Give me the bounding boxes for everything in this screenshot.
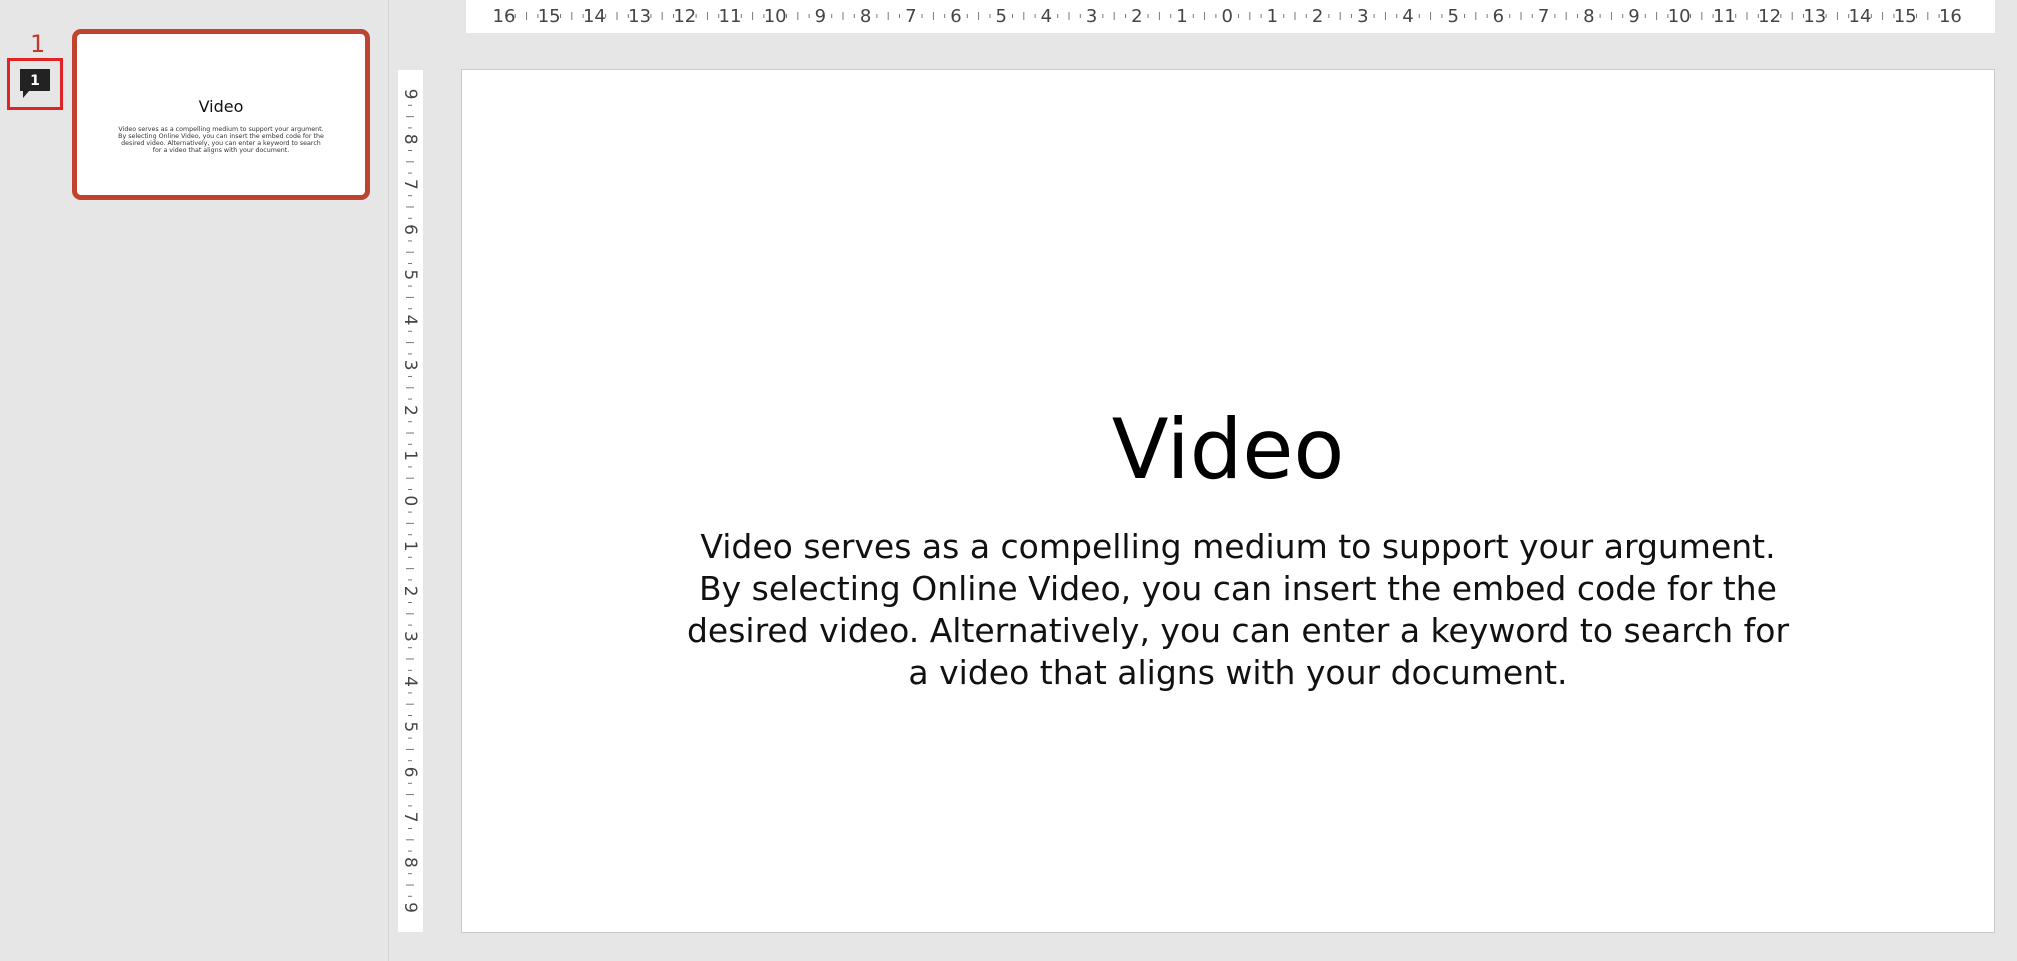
- powerpoint-workspace: 1 1 Video Video serves as a compelling m…: [0, 0, 2017, 961]
- ruler-tick-label: 2: [1131, 6, 1142, 27]
- ruler-tick-label: 8: [400, 857, 420, 868]
- ruler-tick-label: 16: [1939, 6, 1962, 27]
- ruler-tick-label: 7: [905, 6, 916, 27]
- ruler-tick-label: 2: [400, 405, 420, 416]
- ruler-tick-label: 6: [1493, 6, 1504, 27]
- comment-indicator[interactable]: 1: [7, 58, 63, 110]
- slide-thumbnail-pane: 1 1 Video Video serves as a compelling m…: [0, 0, 389, 961]
- ruler-tick-label: 3: [1086, 6, 1097, 27]
- ruler-tick-label: 5: [400, 269, 420, 280]
- ruler-tick-label: 0: [1221, 6, 1232, 27]
- ruler-tick-label: 7: [1538, 6, 1549, 27]
- vertical-ruler-scale: 9 8 7 6 5 4 3 2 1 0 1 2 3 4 5 6 7 8 9: [400, 89, 420, 913]
- ruler-tick-label: 8: [400, 134, 420, 145]
- ruler-tick-label: 2: [400, 586, 420, 597]
- ruler-tick-label: 9: [1628, 6, 1639, 27]
- ruler-tick-label: 4: [1041, 6, 1052, 27]
- ruler-tick-label: 10: [764, 6, 787, 27]
- ruler-tick-label: 15: [538, 6, 561, 27]
- ruler-tick-label: 6: [950, 6, 961, 27]
- slide-body-placeholder[interactable]: Video serves as a compelling medium to s…: [682, 526, 1794, 694]
- slide-number: 1: [30, 30, 46, 58]
- ruler-tick-label: 9: [815, 6, 826, 27]
- ruler-tick-label: 12: [1758, 6, 1781, 27]
- ruler-tick-label: 14: [583, 6, 606, 27]
- ruler-tick-label: 1: [1267, 6, 1278, 27]
- ruler-tick-label: 5: [1447, 6, 1458, 27]
- ruler-tick-label: 4: [1402, 6, 1413, 27]
- ruler-tick-label: 1: [400, 450, 420, 461]
- ruler-tick-label: 3: [400, 360, 420, 371]
- ruler-tick-label: 13: [1803, 6, 1826, 27]
- ruler-tick-label: 9: [400, 902, 420, 913]
- ruler-tick-label: 6: [400, 767, 420, 778]
- ruler-tick-label: 11: [719, 6, 742, 27]
- ruler-tick-label: 1: [1176, 6, 1187, 27]
- ruler-tick-label: 11: [1713, 6, 1736, 27]
- slide-thumbnail-1[interactable]: Video Video serves as a compelling mediu…: [72, 29, 370, 200]
- ruler-tick-label: 10: [1668, 6, 1691, 27]
- comment-bubble-icon: 1: [20, 69, 50, 98]
- thumbnail-title: Video: [198, 97, 244, 116]
- ruler-tick-label: 6: [400, 224, 420, 235]
- ruler-tick-label: 5: [995, 6, 1006, 27]
- ruler-tick-label: 1: [400, 541, 420, 552]
- ruler-tick-label: 2: [1312, 6, 1323, 27]
- ruler-tick-label: 16: [493, 6, 516, 27]
- thumbnail-body: Video serves as a compelling medium to s…: [118, 126, 324, 154]
- ruler-tick-label: 8: [860, 6, 871, 27]
- ruler-tick-label: 4: [400, 676, 420, 687]
- slide-title-placeholder[interactable]: Video: [692, 400, 1764, 500]
- ruler-tick-label: 7: [400, 812, 420, 823]
- horizontal-ruler[interactable]: 16 15 14 13 12 11 10 9 8 7 6 5 4 3 2 1 0 1 2 3 4 5 6 7 8 9 10 11 12 1…: [466, 0, 1995, 33]
- ruler-tick-label: 14: [1849, 6, 1872, 27]
- ruler-tick-label: 3: [1357, 6, 1368, 27]
- ruler-tick-label: 5: [400, 721, 420, 732]
- vertical-ruler[interactable]: 9 8 7 6 5 4 3 2 1 0 1 2 3 4 5 6 7 8 9: [398, 70, 423, 932]
- slide-canvas[interactable]: Video Video serves as a compelling mediu…: [461, 69, 1995, 933]
- ruler-tick-label: 4: [400, 315, 420, 326]
- ruler-tick-label: 7: [400, 179, 420, 190]
- ruler-tick-label: 13: [628, 6, 651, 27]
- ruler-tick-label: 15: [1894, 6, 1917, 27]
- ruler-tick-label: 8: [1583, 6, 1594, 27]
- ruler-tick-label: 12: [673, 6, 696, 27]
- ruler-tick-label: 0: [400, 495, 420, 506]
- ruler-tick-label: 3: [400, 631, 420, 642]
- ruler-tick-label: 9: [400, 89, 420, 100]
- horizontal-ruler-scale: 16 15 14 13 12 11 10 9 8 7 6 5 4 3 2 1 0 1 2 3 4 5 6 7 8 9 10 11 12 1…: [493, 6, 1962, 27]
- comment-count: 1: [30, 73, 40, 89]
